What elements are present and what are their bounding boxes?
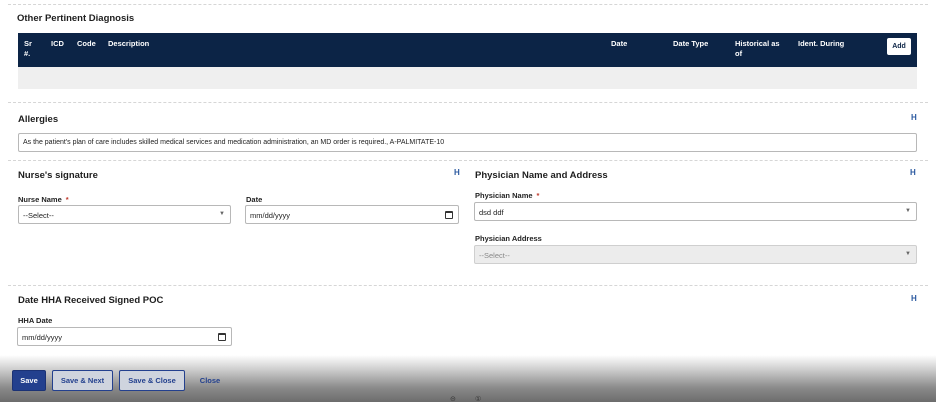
physician-name-label: Physician Name * <box>475 191 540 200</box>
allergies-history-icon[interactable]: H <box>911 113 917 122</box>
column-header-date: Date <box>611 39 628 48</box>
diagnosis-table-header: Sr #. ICD Code Description Date Date Type… <box>18 33 917 67</box>
zoom-out-icon[interactable]: ⊝ <box>450 395 456 402</box>
divider <box>8 102 928 103</box>
nurse-name-select[interactable]: --Select-- ▼ <box>18 205 231 224</box>
column-header-sr: Sr #. <box>24 39 32 58</box>
chevron-down-icon: ▼ <box>219 211 225 217</box>
diagnosis-table-empty-row <box>18 67 917 89</box>
chevron-down-icon: ▼ <box>905 251 911 257</box>
nurse-date-label: Date <box>246 195 263 204</box>
column-header-ident-during: Ident. During <box>798 39 845 48</box>
divider <box>8 160 928 161</box>
hha-date-input[interactable]: mm/dd/yyyy <box>17 327 232 346</box>
physician-address-label: Physician Address <box>475 234 542 243</box>
hha-history-icon[interactable]: H <box>911 294 917 303</box>
chevron-down-icon: ▼ <box>905 208 911 214</box>
physician-history-icon[interactable]: H <box>910 168 916 177</box>
calendar-icon[interactable] <box>218 333 226 341</box>
divider <box>8 4 928 5</box>
nurse-date-value: mm/dd/yyyy <box>250 211 291 220</box>
add-diagnosis-button[interactable]: Add <box>887 38 911 55</box>
physician-section-title: Physician Name and Address <box>475 170 608 181</box>
nurse-section-title: Nurse's signature <box>18 170 98 181</box>
save-next-button[interactable]: Save & Next <box>52 370 113 391</box>
physician-name-value: dsd ddf <box>479 208 504 217</box>
save-button[interactable]: Save <box>12 370 46 391</box>
calendar-icon[interactable] <box>445 211 453 219</box>
nurse-date-input[interactable]: mm/dd/yyyy <box>245 205 459 224</box>
diagnosis-section-title: Other Pertinent Diagnosis <box>17 13 135 24</box>
column-header-description: Description <box>108 39 150 48</box>
allergies-field[interactable]: As the patient's plan of care includes s… <box>18 133 917 152</box>
nurse-name-value: --Select-- <box>23 211 54 220</box>
close-button[interactable]: Close <box>192 370 228 391</box>
save-close-button[interactable]: Save & Close <box>119 370 185 391</box>
info-icon[interactable]: ① <box>475 395 481 402</box>
column-header-icd: ICD <box>51 39 64 48</box>
physician-name-select[interactable]: dsd ddf ▼ <box>474 202 917 221</box>
column-header-code: Code <box>77 39 96 48</box>
hha-date-label: HHA Date <box>18 316 53 325</box>
column-header-historical: Historical as of <box>735 39 780 58</box>
nurse-name-label: Nurse Name * <box>18 195 69 204</box>
allergies-section-title: Allergies <box>18 114 59 125</box>
hha-section-title: Date HHA Received Signed POC <box>18 295 164 306</box>
nurse-history-icon[interactable]: H <box>454 168 460 177</box>
physician-address-value: --Select-- <box>479 251 510 260</box>
divider <box>8 285 928 286</box>
hha-date-value: mm/dd/yyyy <box>22 333 63 342</box>
physician-address-select[interactable]: --Select-- ▼ <box>474 245 917 264</box>
column-header-date-type: Date Type <box>673 39 709 48</box>
